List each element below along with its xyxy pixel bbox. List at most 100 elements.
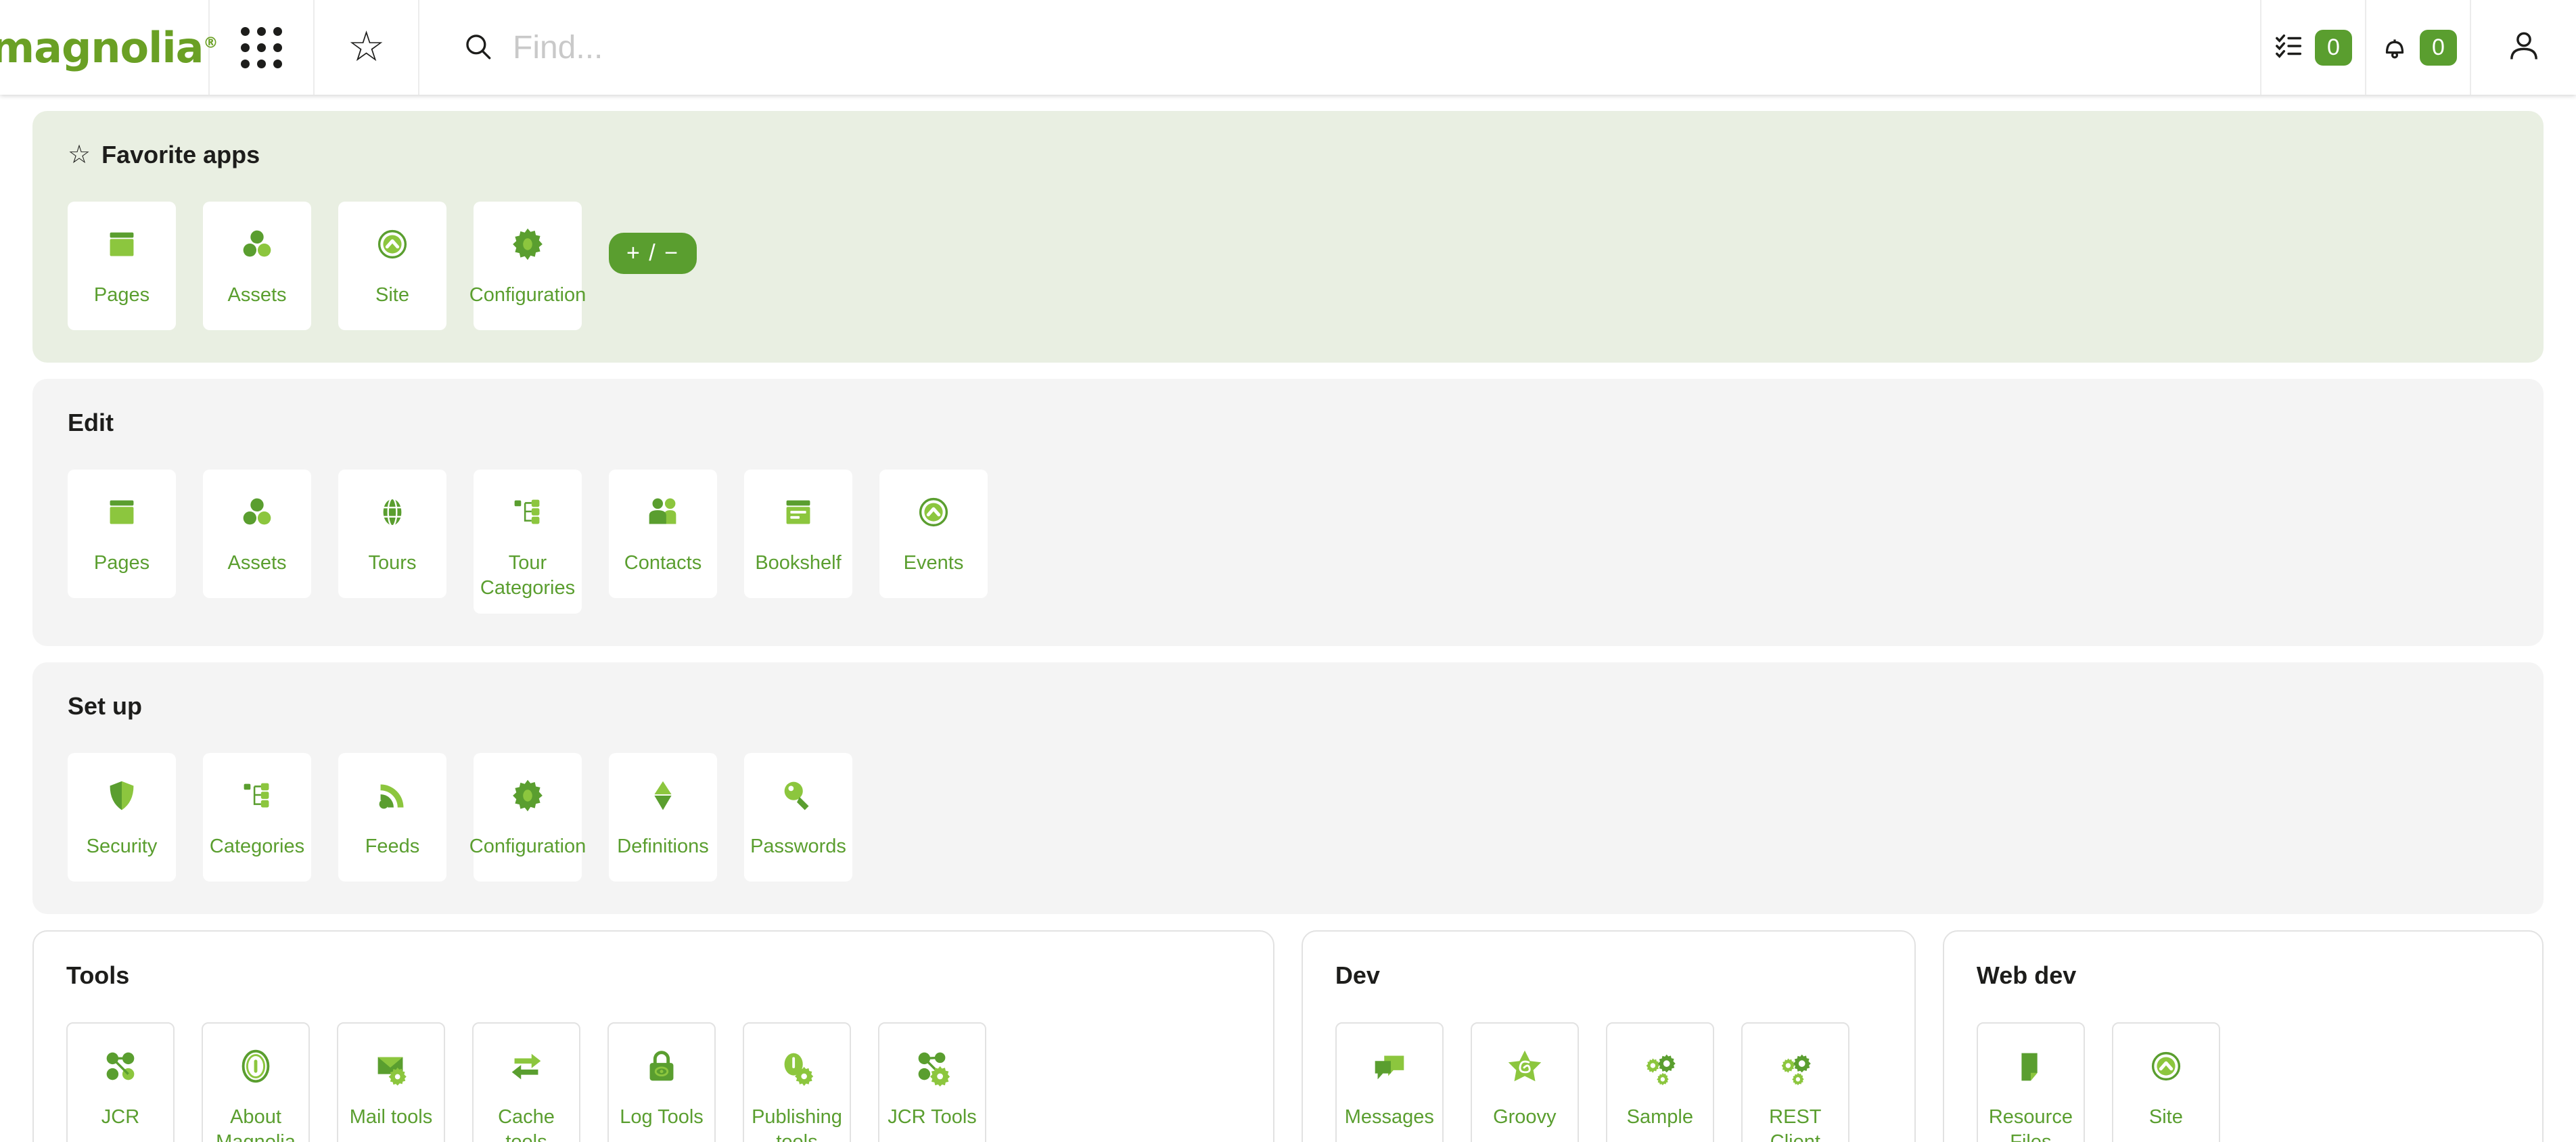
section-title-favorite-apps: ☆ Favorite apps: [68, 141, 2508, 169]
favorites-button[interactable]: ☆: [315, 0, 419, 95]
site-icon: [371, 223, 413, 265]
app-tile-label: Log Tools: [620, 1106, 704, 1128]
app-tile-security[interactable]: Security: [68, 753, 176, 882]
jcr-tools-gear-icon: [911, 1045, 953, 1087]
app-tile-label: Resource Files: [1988, 1106, 2073, 1142]
categories-tree-icon: [236, 775, 278, 817]
panel-dev: Dev Messages Groovy Sample REST Client: [1301, 930, 1916, 1142]
app-tile-configuration[interactable]: Configuration: [469, 202, 586, 330]
section-title-edit: Edit: [68, 409, 2508, 437]
app-tile-assets[interactable]: Assets: [203, 470, 311, 598]
app-tile-passwords[interactable]: Passwords: [744, 753, 852, 882]
logo-text: magnolia®: [0, 22, 218, 72]
tile-grid: Resource Files Site: [1976, 1022, 2510, 1142]
lock-eye-icon: [641, 1045, 683, 1087]
app-tile-label: Assets: [227, 552, 287, 574]
app-tile-feeds[interactable]: Feeds: [338, 753, 446, 882]
app-tile-configuration[interactable]: Configuration: [469, 753, 586, 882]
star-icon: ☆: [68, 141, 91, 169]
bottom-panels: Tools JCR About Magnolia Mail tools Cache to…: [0, 930, 2576, 1142]
app-tile-about-magnolia[interactable]: About Magnolia: [202, 1022, 310, 1142]
app-launcher-button[interactable]: [210, 0, 315, 95]
app-tile-label: Tour Categories: [480, 552, 576, 599]
app-tile-categories[interactable]: Categories: [203, 753, 311, 882]
star-icon: ☆: [347, 24, 386, 70]
app-tile-jcr-tools[interactable]: JCR Tools: [878, 1022, 986, 1142]
app-tile-label: Groovy: [1493, 1106, 1557, 1128]
tasks-checklist-icon: [2274, 30, 2305, 65]
app-tile-label: Security: [86, 836, 158, 858]
tile-grid: Pages Assets Tours Tour Categories Contacts B…: [68, 470, 2508, 614]
tasks-count-badge: 0: [2315, 29, 2352, 66]
app-tile-site[interactable]: Site: [338, 202, 446, 330]
resource-file-icon: [2010, 1045, 2052, 1087]
grid-dots-icon: [241, 26, 282, 68]
panel-web-dev: Web dev Resource Files Site: [1942, 930, 2544, 1142]
app-tile-label: Sample: [1626, 1106, 1693, 1128]
app-tile-label: Feeds: [365, 836, 420, 858]
app-tile-label: Site: [2148, 1106, 2183, 1128]
notifications-count-badge: 0: [2420, 29, 2457, 66]
app-tile-bookshelf[interactable]: Bookshelf: [744, 470, 852, 598]
app-tile-label: JCR: [101, 1106, 140, 1128]
app-tile-rest-client[interactable]: REST Client: [1741, 1022, 1849, 1142]
app-tile-label: Configuration: [469, 284, 586, 306]
assets-icon: [236, 223, 278, 265]
tasks-button[interactable]: 0: [2261, 0, 2366, 95]
app-tile-sample[interactable]: Sample: [1605, 1022, 1714, 1142]
app-tile-contacts[interactable]: Contacts: [609, 470, 717, 598]
app-tile-jcr[interactable]: JCR: [66, 1022, 175, 1142]
mail-gear-icon: [370, 1045, 412, 1087]
bookshelf-icon: [777, 491, 819, 533]
user-menu-button[interactable]: [2471, 0, 2576, 95]
app-tile-label: Contacts: [624, 552, 702, 574]
app-tile-messages[interactable]: Messages: [1335, 1022, 1444, 1142]
app-tile-events[interactable]: Events: [879, 470, 988, 598]
search-bar[interactable]: [419, 0, 2261, 95]
app-tile-log-tools[interactable]: Log Tools: [607, 1022, 716, 1142]
tile-grid: Security Categories Feeds Configuration Defi…: [68, 753, 2508, 882]
app-tile-label: Site: [375, 284, 409, 306]
bell-icon: [2379, 30, 2410, 65]
jcr-nodes-icon: [99, 1045, 141, 1087]
app-tile-label: Passwords: [750, 836, 846, 858]
app-tile-label: Configuration: [469, 836, 586, 858]
panel-tools: Tools JCR About Magnolia Mail tools Cache to…: [32, 930, 1274, 1142]
key-icon: [777, 775, 819, 817]
app-tile-pages[interactable]: Pages: [68, 470, 176, 598]
search-input[interactable]: [513, 28, 2260, 66]
panel-title-web-dev: Web dev: [1976, 961, 2077, 990]
app-tile-pages[interactable]: Pages: [68, 202, 176, 330]
tile-grid: Pages Assets Site Configuration + / −: [68, 202, 2508, 330]
app-tile-publishing-tools[interactable]: Publishing tools: [743, 1022, 851, 1142]
definitions-diamond-icon: [642, 775, 684, 817]
app-tile-definitions[interactable]: Definitions: [609, 753, 717, 882]
app-tile-label: Cache tools: [498, 1106, 555, 1142]
configuration-gear-icon: [507, 223, 549, 265]
edit-favorites-button[interactable]: + / −: [609, 233, 697, 274]
shield-icon: [101, 775, 143, 817]
notifications-button[interactable]: 0: [2366, 0, 2471, 95]
app-tile-groovy[interactable]: Groovy: [1470, 1022, 1579, 1142]
pages-icon: [101, 223, 143, 265]
app-tile-tour-categories[interactable]: Tour Categories: [474, 470, 582, 614]
app-tile-assets[interactable]: Assets: [203, 202, 311, 330]
events-icon: [913, 491, 954, 533]
app-tile-label: JCR Tools: [888, 1106, 977, 1128]
app-tile-resource-files[interactable]: Resource Files: [1976, 1022, 2085, 1142]
globe-icon: [371, 491, 413, 533]
pages-icon: [101, 491, 143, 533]
app-tile-label: Publishing tools: [752, 1106, 842, 1142]
app-tile-site[interactable]: Site: [2111, 1022, 2220, 1142]
magnolia-logo[interactable]: magnolia®: [0, 0, 218, 95]
app-tile-label: Pages: [93, 552, 150, 574]
groovy-star-icon: [1504, 1045, 1546, 1087]
app-tile-label: Definitions: [617, 836, 709, 858]
app-tile-tours[interactable]: Tours: [338, 470, 446, 598]
app-tile-label: Tours: [368, 552, 417, 574]
contacts-people-icon: [642, 491, 684, 533]
messages-bubbles-icon: [1368, 1045, 1410, 1087]
app-tile-cache-tools[interactable]: Cache tools: [472, 1022, 580, 1142]
app-tile-label: About Magnolia: [216, 1106, 296, 1142]
app-tile-mail-tools[interactable]: Mail tools: [337, 1022, 445, 1142]
